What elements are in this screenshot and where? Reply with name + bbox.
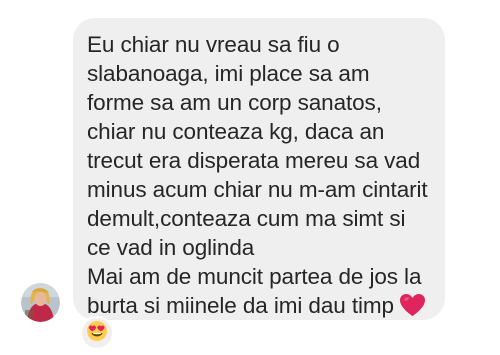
message-line: demult,conteaza cum ma simt si (87, 206, 406, 231)
message-line: burta si miinele da imi dau timp (87, 293, 394, 318)
avatar[interactable] (21, 283, 60, 322)
message-line: chiar nu conteaza kg, daca an (87, 119, 385, 144)
red-heart-icon (399, 293, 426, 324)
reaction-badge[interactable] (80, 316, 114, 350)
message-line: minus acum chiar nu m-am cintarit (87, 177, 428, 202)
message-text: Eu chiar nu vreau sa fiu o slabanoaga, i… (87, 30, 442, 324)
message-line: Eu chiar nu vreau sa fiu o (87, 32, 340, 57)
message-line: slabanoaga, imi place sa am (87, 61, 370, 86)
message-line: ce vad in oglinda (87, 235, 255, 260)
message-line: trecut era disperata mereu sa vad (87, 148, 421, 173)
chat-view: Eu chiar nu vreau sa fiu o slabanoaga, i… (0, 0, 500, 355)
message-line: Mai am de muncit partea de jos la (87, 264, 422, 289)
message-line: forme sa am un corp sanatos, (87, 90, 382, 115)
message-line-last: burta si miinele da imi dau timp (87, 291, 442, 324)
heart-eyes-icon (86, 320, 108, 347)
